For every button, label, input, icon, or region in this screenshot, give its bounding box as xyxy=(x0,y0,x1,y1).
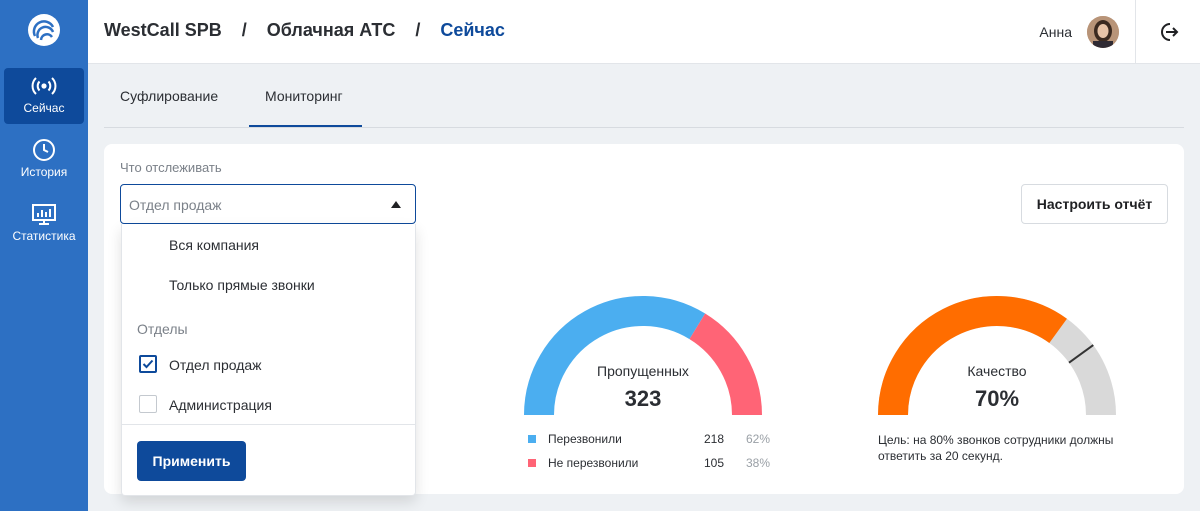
legend-value: 105 xyxy=(703,456,724,470)
sidebar-item-label: История xyxy=(20,165,68,179)
breadcrumb-item-pbx[interactable]: Облачная АТС xyxy=(267,20,396,40)
dropdown-option-whole-company[interactable]: Вся компания xyxy=(169,237,259,253)
sidebar-item-now[interactable]: Сейчас xyxy=(4,68,84,124)
dropdown-option-direct-calls[interactable]: Только прямые звонки xyxy=(169,277,315,293)
sidebar-item-label: Статистика xyxy=(12,229,76,243)
avatar[interactable] xyxy=(1087,16,1119,48)
header-divider xyxy=(1135,0,1136,64)
legend-swatch-not-called-back xyxy=(528,459,536,467)
sidebar: Сейчас История Статистика xyxy=(0,0,88,511)
breadcrumb-separator: / xyxy=(415,20,421,40)
missed-gauge-title: Пропущенных xyxy=(597,363,689,379)
filter-select[interactable]: Отдел продаж xyxy=(120,184,416,224)
quality-goal-text: Цель: на 80% звонков сотрудники должны о… xyxy=(878,433,1114,463)
caret-up-icon xyxy=(391,201,401,208)
westcall-logo-icon[interactable] xyxy=(26,12,62,48)
legend-swatch-called-back xyxy=(528,435,536,443)
logout-icon[interactable] xyxy=(1156,20,1180,44)
legend-row-not-called-back: Не перезвонили 105 38% xyxy=(528,456,770,472)
broadcast-icon xyxy=(31,77,57,95)
checkbox-sales[interactable] xyxy=(139,355,157,373)
tab-bar: Суфлирование Мониторинг xyxy=(104,64,1184,128)
sidebar-item-label: Сейчас xyxy=(23,101,65,115)
missed-gauge-total: 323 xyxy=(624,386,662,411)
tab-monitoring[interactable]: Мониторинг xyxy=(265,88,343,104)
user-name[interactable]: Анна xyxy=(1039,24,1072,40)
quality-gauge-value: 70% xyxy=(974,386,1020,411)
sidebar-item-history[interactable]: История xyxy=(4,132,84,188)
active-tab-indicator xyxy=(249,125,362,127)
configure-report-button[interactable]: Настроить отчёт xyxy=(1021,184,1168,224)
department-option-sales[interactable]: Отдел продаж xyxy=(169,357,262,373)
user-photo-icon xyxy=(1087,16,1119,48)
dropdown-divider xyxy=(122,424,415,425)
legend-percent: 38% xyxy=(745,456,770,470)
legend-percent: 62% xyxy=(745,432,770,446)
checkbox-administration[interactable] xyxy=(139,395,157,413)
breadcrumb: WestCall SPB / Облачная АТС / Сейчас xyxy=(104,20,505,41)
filter-dropdown-menu: Вся компания Только прямые звонки Отделы… xyxy=(121,224,416,496)
legend-name: Не перезвонили xyxy=(548,456,639,470)
legend-row-called-back: Перезвонили 218 62% xyxy=(528,432,770,448)
check-icon xyxy=(142,359,154,369)
dropdown-section-departments: Отделы xyxy=(137,321,188,337)
tab-prompting[interactable]: Суфлирование xyxy=(120,88,218,104)
breadcrumb-item-company[interactable]: WestCall SPB xyxy=(104,20,222,40)
top-bar: WestCall SPB / Облачная АТС / Сейчас Анна xyxy=(88,0,1200,64)
quality-gauge-title: Качество xyxy=(967,363,1027,379)
breadcrumb-item-current: Сейчас xyxy=(440,20,505,40)
legend-value: 218 xyxy=(703,432,724,446)
chart-icon xyxy=(32,204,56,225)
filter-select-value: Отдел продаж xyxy=(129,197,222,213)
filter-label: Что отслеживать xyxy=(120,160,222,175)
breadcrumb-separator: / xyxy=(241,20,247,40)
sidebar-item-statistics[interactable]: Статистика xyxy=(4,196,84,252)
clock-icon xyxy=(33,139,55,161)
legend-name: Перезвонили xyxy=(548,432,622,446)
apply-button[interactable]: Применить xyxy=(137,441,246,481)
department-option-administration[interactable]: Администрация xyxy=(169,397,272,413)
